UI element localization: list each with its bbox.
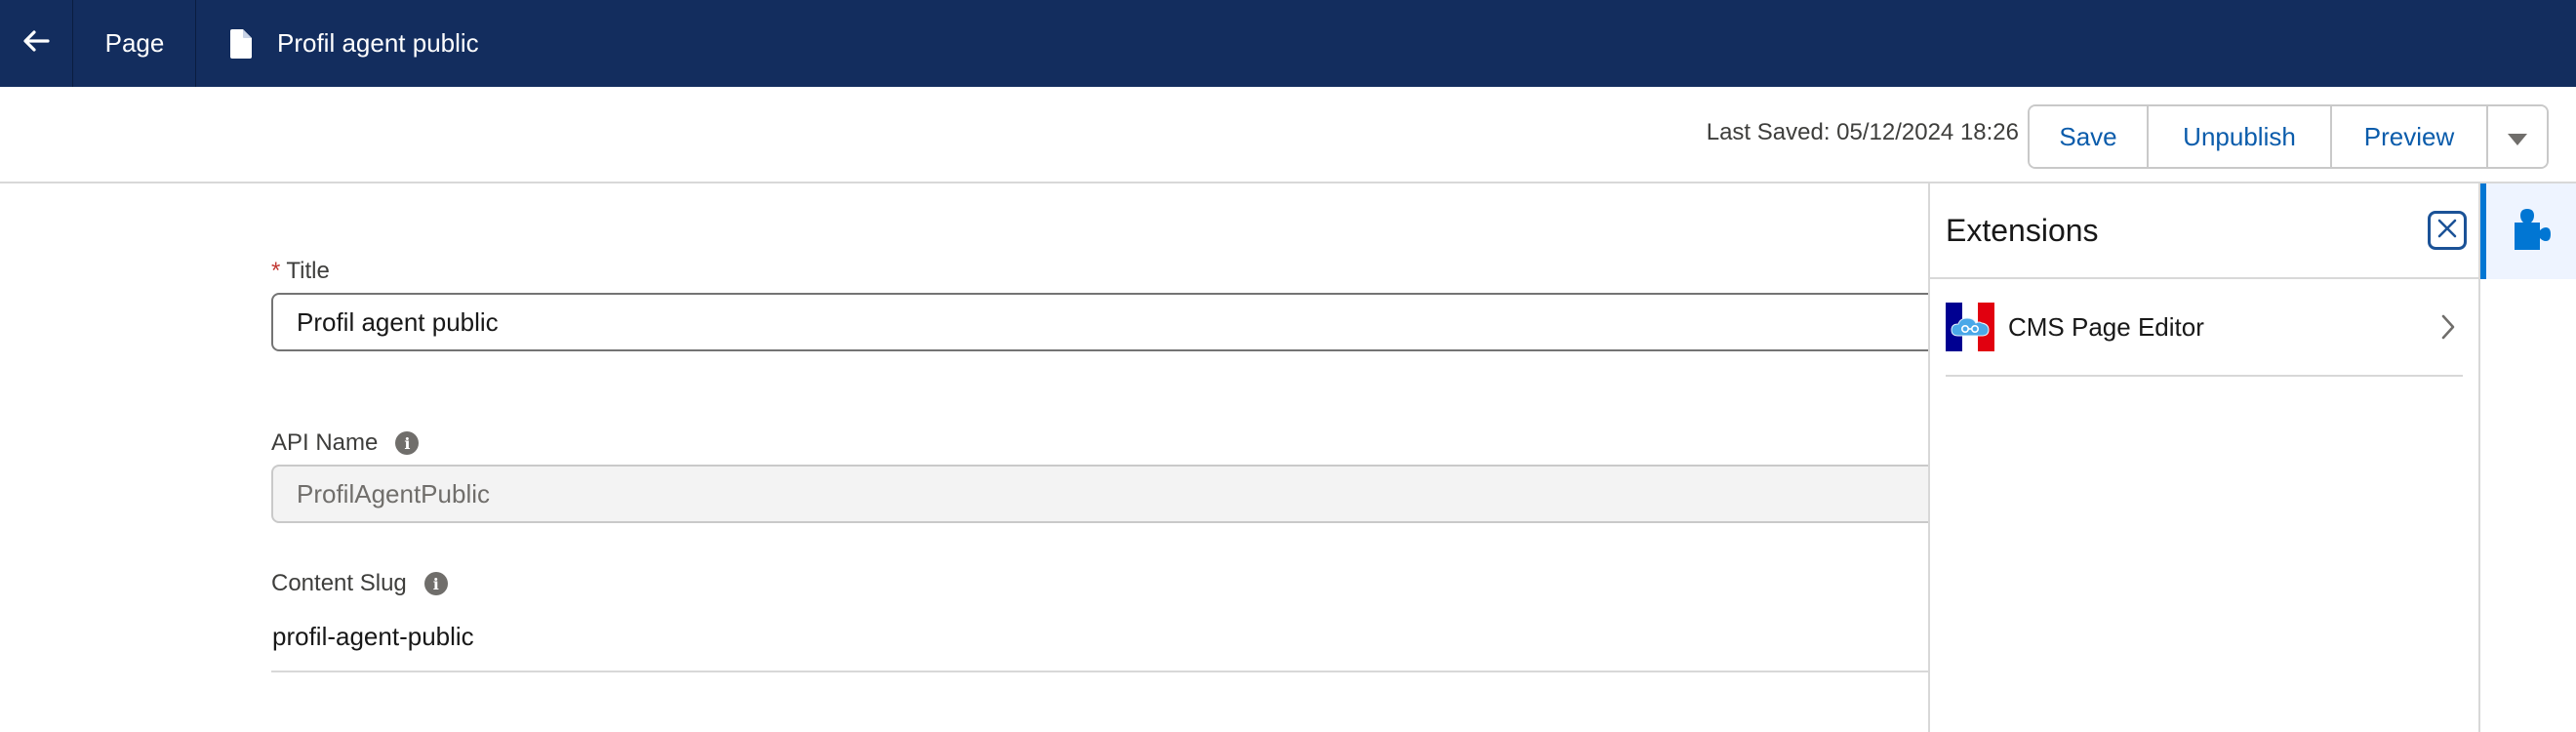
extensions-panel: Extensions CMS Page Editor: [1928, 183, 2480, 732]
arrow-left-icon: [22, 30, 50, 57]
api-name-input: ProfilAgentPublic: [271, 465, 1950, 523]
title-input[interactable]: Profil agent public: [271, 293, 1950, 351]
extension-item-label: CMS Page Editor: [2008, 311, 2204, 342]
close-icon: [2436, 218, 2458, 244]
last-saved-status: Last Saved: 05/12/2024 18:26: [1706, 119, 2019, 145]
info-icon[interactable]: i: [395, 431, 420, 455]
extension-item-cms-page-editor[interactable]: CMS Page Editor: [1946, 279, 2463, 377]
api-name-label-text: API Name: [271, 429, 379, 456]
content-slug-label: Content Slug i: [271, 570, 448, 597]
cms-page-editor-logo: [1946, 303, 1994, 351]
back-button[interactable]: [0, 0, 72, 87]
document-title: Profil agent public: [277, 28, 479, 58]
title-label: * Title: [271, 258, 330, 285]
utility-rail: [2480, 183, 2576, 732]
title-label-text: Title: [286, 258, 330, 284]
save-button[interactable]: Save: [2030, 106, 2149, 167]
document-tab[interactable]: Profil agent public: [197, 0, 479, 87]
divider: [195, 0, 196, 87]
page-toolbar: Last Saved: 05/12/2024 18:26 Save Unpubl…: [0, 87, 2576, 183]
puzzle-piece-icon: [2511, 207, 2552, 257]
object-type-label: Page: [104, 28, 165, 58]
divider: [72, 0, 73, 87]
required-indicator: *: [271, 258, 281, 284]
document-icon: [228, 28, 252, 59]
divider: [271, 671, 1950, 672]
unpublish-button[interactable]: Unpublish: [2149, 106, 2332, 167]
content-slug-label-text: Content Slug: [271, 570, 407, 596]
chevron-right-icon: [2434, 314, 2463, 340]
action-button-group: Save Unpublish Preview: [2028, 104, 2549, 169]
extensions-rail-button[interactable]: [2480, 183, 2576, 279]
page-properties-form: * Title Profil agent public API Name i P…: [0, 183, 1950, 732]
caret-down-icon: [2508, 122, 2527, 152]
top-navigation-bar: Page Profil agent public: [0, 0, 2576, 87]
info-icon[interactable]: i: [423, 572, 448, 595]
more-actions-button[interactable]: [2488, 106, 2547, 167]
close-panel-button[interactable]: [2428, 211, 2467, 250]
api-name-label: API Name i: [271, 429, 420, 457]
content-slug-value: profil-agent-public: [272, 622, 474, 651]
extensions-panel-title: Extensions: [1946, 213, 2099, 248]
preview-button[interactable]: Preview: [2332, 106, 2488, 167]
